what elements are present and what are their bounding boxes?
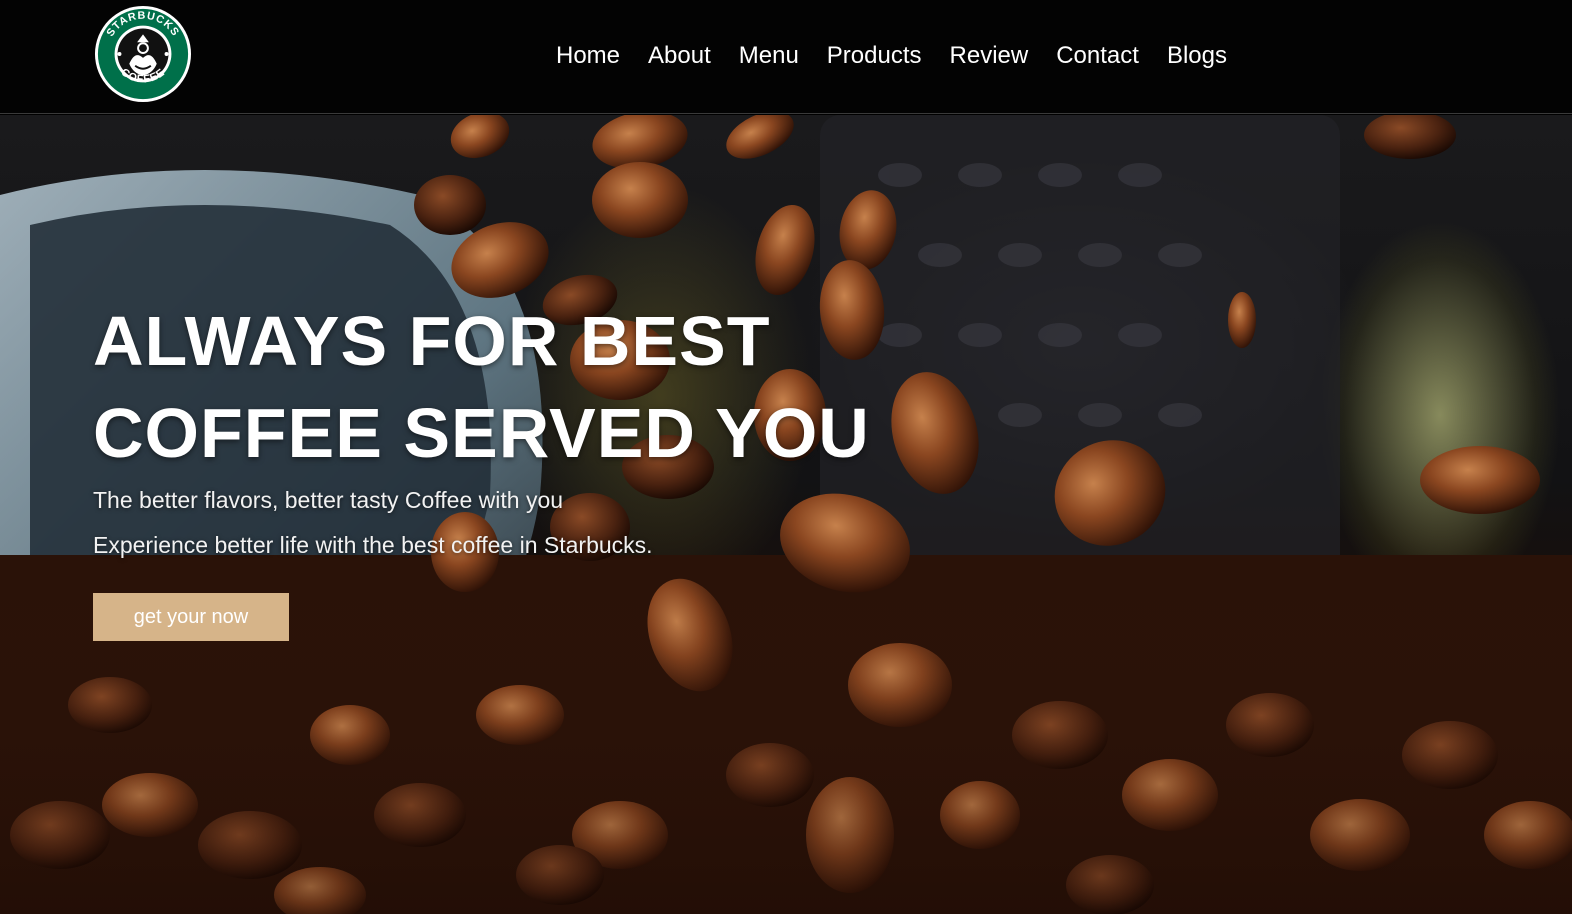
hero-subtitle-2: Experience better life with the best cof… [93,532,653,558]
nav-blogs[interactable]: Blogs [1167,40,1227,72]
hero-subtitle-1: The better flavors, better tasty Coffee … [93,487,564,513]
hero-headline: ALWAYS FOR BEST COFFEE SERVED YOU [93,295,893,479]
nav-contact[interactable]: Contact [1056,40,1139,72]
site-header: STARBUCKS COFFEE Home About Menu Product… [0,0,1572,114]
headline-line-1: ALWAYS FOR BEST [93,302,771,380]
nav-review[interactable]: Review [950,40,1029,72]
hero-section: ALWAYS FOR BEST COFFEE SERVED YOU The be… [0,115,1572,914]
nav-products[interactable]: Products [827,40,922,72]
get-your-now-button[interactable]: get your now [93,593,289,641]
starbucks-logo-icon[interactable]: STARBUCKS COFFEE [94,5,192,103]
nav-menu[interactable]: Menu [739,40,799,72]
headline-line-2: COFFEE SERVED YOU [93,394,870,472]
nav-about[interactable]: About [648,40,711,72]
nav-home[interactable]: Home [556,40,620,72]
main-nav: Home About Menu Products Review Contact … [556,40,1227,72]
